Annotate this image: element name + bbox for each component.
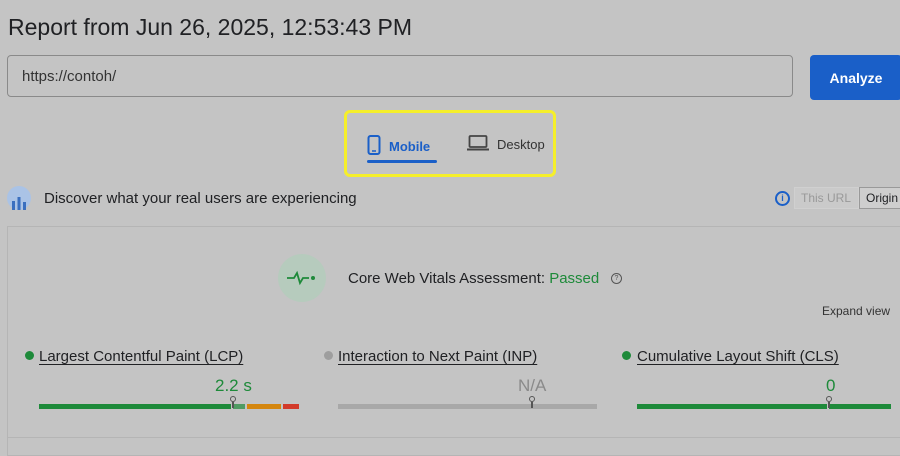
toggle-this-url[interactable]: This URL	[794, 187, 859, 209]
lcp-bar-good	[39, 404, 231, 409]
toggle-origin[interactable]: Origin	[859, 187, 900, 209]
lcp-bar-poor	[283, 404, 299, 409]
lcp-metric-name[interactable]: Largest Contentful Paint (LCP)	[39, 348, 243, 365]
tab-active-indicator	[367, 160, 437, 163]
desktop-icon	[467, 135, 497, 154]
lcp-marker-stem	[232, 402, 234, 408]
cls-status-dot	[622, 351, 631, 360]
url-input[interactable]	[7, 55, 793, 97]
info-icon[interactable]: i	[775, 191, 790, 206]
lcp-bar-good-tail	[233, 404, 245, 409]
pulse-icon	[278, 254, 326, 302]
crux-people-icon	[7, 186, 31, 210]
inp-bar	[338, 404, 597, 409]
cls-bar-good-tail	[829, 404, 891, 409]
tab-desktop[interactable]: Desktop	[467, 135, 545, 154]
inp-marker-stem	[531, 402, 533, 408]
mobile-icon	[367, 135, 389, 158]
cwv-assessment-label: Core Web Vitals Assessment:	[348, 270, 546, 287]
expand-view-link[interactable]: Expand view	[822, 304, 890, 318]
page-title: Report from Jun 26, 2025, 12:53:43 PM	[8, 14, 413, 40]
inp-status-dot	[324, 351, 333, 360]
cls-marker-stem	[828, 402, 830, 408]
inp-metric-name[interactable]: Interaction to Next Paint (INP)	[338, 348, 537, 365]
tab-mobile[interactable]: Mobile	[367, 135, 430, 158]
card-divider	[7, 437, 900, 438]
cls-metric-name[interactable]: Cumulative Layout Shift (CLS)	[637, 348, 839, 365]
help-icon[interactable]: ?	[611, 273, 622, 284]
analyze-button[interactable]: Analyze	[810, 55, 900, 100]
cls-bar-good	[637, 404, 827, 409]
tab-desktop-label: Desktop	[497, 137, 545, 152]
crux-heading: Discover what your real users are experi…	[44, 190, 357, 207]
lcp-bar-needs-improvement	[247, 404, 281, 409]
lcp-status-dot	[25, 351, 34, 360]
cwv-status: Passed	[549, 270, 600, 287]
inp-value: N/A	[518, 376, 547, 395]
cls-value: 0	[826, 376, 836, 395]
device-tab-group: Mobile Desktop	[344, 110, 556, 177]
cwv-assessment: Core Web Vitals Assessment: Passed	[348, 270, 599, 287]
lcp-value: 2.2 s	[215, 376, 252, 395]
field-data-card	[7, 226, 900, 456]
tab-mobile-label: Mobile	[389, 139, 431, 154]
